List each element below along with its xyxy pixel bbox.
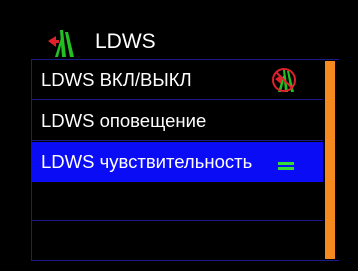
lane-departure-icon <box>47 28 75 58</box>
menu-item-empty <box>32 221 323 260</box>
menu-item-label: LDWS оповещение <box>41 110 207 131</box>
scrollbar-thumb[interactable] <box>325 61 335 259</box>
menu-item-ldws-sensitivity[interactable]: LDWS чувствительность <box>32 142 323 182</box>
menu-list: LDWS ВКЛ/ВЫКЛ LDWS оповещение LDWS чувст… <box>32 60 323 260</box>
menu-item-ldws-alert[interactable]: LDWS оповещение <box>32 101 323 141</box>
sensitivity-level-icon <box>277 159 295 171</box>
settings-menu: LDWS ВКЛ/ВЫКЛ LDWS оповещение LDWS чувст… <box>31 59 339 261</box>
lane-departure-off-icon <box>270 67 298 93</box>
menu-item-ldws-on-off[interactable]: LDWS ВКЛ/ВЫКЛ <box>32 60 323 100</box>
page-title: LDWS <box>95 30 156 53</box>
menu-item-empty <box>32 183 323 221</box>
scrollbar[interactable] <box>324 60 339 260</box>
screen-header: LDWS <box>0 0 358 58</box>
menu-item-label: LDWS ВКЛ/ВЫКЛ <box>41 69 192 90</box>
menu-item-label: LDWS чувствительность <box>41 151 253 172</box>
